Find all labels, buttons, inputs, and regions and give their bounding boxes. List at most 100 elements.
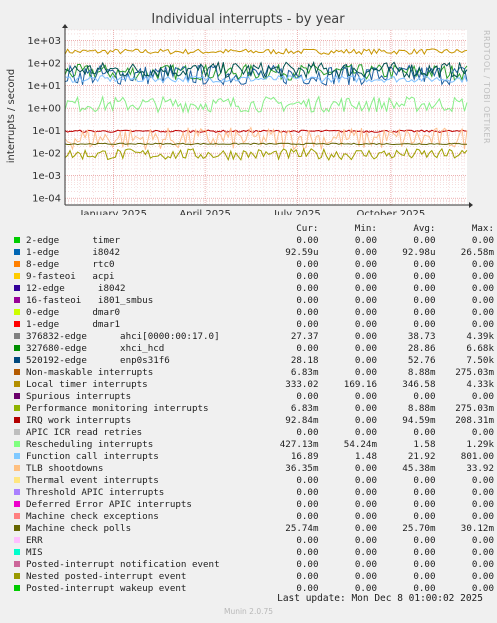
x-axis-arrow <box>469 202 473 208</box>
legend-max: 0.00 <box>471 306 494 318</box>
legend-cur: 36.35m <box>285 462 319 474</box>
legend-name: Non-maskable interrupts <box>26 366 154 378</box>
legend-max: 30.12m <box>460 522 494 534</box>
x-tick-label: January 2025 <box>79 209 147 215</box>
legend-swatch <box>14 501 20 507</box>
legend-avg: 21.92 <box>407 450 436 462</box>
legend-max: 26.58m <box>460 246 494 258</box>
legend-cur: 0.00 <box>296 270 319 282</box>
legend-row: Deferred Error APIC interrupts 0.00 0.00 0.… <box>14 498 494 510</box>
legend-swatch <box>14 537 20 543</box>
legend-row: 1-edge dmar1 0.00 0.00 0.00 0.00 <box>14 318 494 330</box>
legend-cur: 0.00 <box>296 390 319 402</box>
legend-avg: 0.00 <box>413 270 436 282</box>
legend-min: 0.00 <box>354 570 377 582</box>
legend-name: 2-edge timer <box>26 234 121 246</box>
legend-max: 0.00 <box>471 390 494 402</box>
legend-max: 0.00 <box>471 270 494 282</box>
legend-max: 0.00 <box>471 234 494 246</box>
legend-min: 0.00 <box>354 390 377 402</box>
legend-name: 0-edge dmar0 <box>26 306 121 318</box>
legend-swatch <box>14 321 20 327</box>
legend-row: IRQ work interrupts 92.84m 0.00 94.59m 208.3… <box>14 414 494 426</box>
legend-cur: 427.13m <box>279 438 319 450</box>
legend-max: 0.00 <box>471 426 494 438</box>
legend-max: 4.33k <box>466 378 494 390</box>
legend-name: Posted-interrupt wakeup event <box>26 582 187 594</box>
legend-avg: 0.00 <box>413 486 436 498</box>
legend-min: 0.00 <box>354 282 377 294</box>
legend-swatch <box>14 261 20 267</box>
legend-cur: 0.00 <box>296 534 319 546</box>
legend-min: 0.00 <box>354 318 377 330</box>
legend-cur: 0.00 <box>296 306 319 318</box>
y-axis-label: interrupts / second <box>6 69 17 163</box>
legend-avg: 0.00 <box>413 426 436 438</box>
legend-min: 0.00 <box>354 498 377 510</box>
legend-avg: 0.00 <box>413 318 436 330</box>
y-axis-arrow <box>62 24 68 28</box>
legend-min: 0.00 <box>354 246 377 258</box>
legend-min: 0.00 <box>354 234 377 246</box>
legend-row: 8-edge rtc0 0.00 0.00 0.00 0.00 <box>14 258 494 270</box>
legend-max: 0.00 <box>471 474 494 486</box>
legend-name: Threshold APIC interrupts <box>26 486 165 498</box>
legend-swatch <box>14 393 20 399</box>
y-tick-label: 1e+00 <box>27 104 61 115</box>
legend-cur: 6.83m <box>290 366 319 378</box>
legend-row: TLB shootdowns 36.35m 0.00 45.38m 33.92 <box>14 462 494 474</box>
legend-swatch <box>14 453 20 459</box>
legend-swatch <box>14 285 20 291</box>
legend-avg: 0.00 <box>413 510 436 522</box>
legend-row: Non-maskable interrupts 6.83m 0.00 8.88m 275… <box>14 366 494 378</box>
legend-cur: 92.84m <box>285 414 319 426</box>
legend-swatch <box>14 357 20 363</box>
legend-max: 0.00 <box>471 318 494 330</box>
legend-row: Function call interrupts 16.89 1.48 21.92 80… <box>14 450 494 462</box>
legend-swatch <box>14 345 20 351</box>
legend-cur: 0.00 <box>296 510 319 522</box>
legend-max: 0.00 <box>471 558 494 570</box>
legend-name: 327680-edge xhci_hcd <box>26 342 165 354</box>
legend-name: MIS <box>26 546 43 558</box>
legend-min: 54.24m <box>343 438 377 450</box>
legend-max: 0.00 <box>471 282 494 294</box>
legend-row: 0-edge dmar0 0.00 0.00 0.00 0.00 <box>14 306 494 318</box>
legend-row: 12-edge i8042 0.00 0.00 0.00 0.00 <box>14 282 494 294</box>
legend-avg: 0.00 <box>413 306 436 318</box>
legend-cur: 0.00 <box>296 498 319 510</box>
legend-min: 0.00 <box>354 330 377 342</box>
legend-max: 0.00 <box>471 570 494 582</box>
legend-name: ERR <box>26 534 43 546</box>
legend-avg: 38.73 <box>407 330 436 342</box>
legend-swatch <box>14 333 20 339</box>
legend-swatch <box>14 477 20 483</box>
legend-row: Thermal event interrupts 0.00 0.00 0.00 0.00 <box>14 474 494 486</box>
legend-cur: 6.83m <box>290 402 319 414</box>
x-tick-label: October 2025 <box>357 209 426 215</box>
legend-row: 520192-edge enp0s31f6 28.18 0.00 52.76 7.50k <box>14 354 494 366</box>
legend-cur: 0.00 <box>296 294 319 306</box>
legend-avg: 28.86 <box>407 342 436 354</box>
legend-row: Rescheduling interrupts 427.13m 54.24m 1.58… <box>14 438 494 450</box>
legend-swatch <box>14 549 20 555</box>
legend-cur: 0.00 <box>296 342 319 354</box>
legend-swatch <box>14 405 20 411</box>
legend-swatch <box>14 465 20 471</box>
legend-row: 327680-edge xhci_hcd 0.00 0.00 28.86 6.68k <box>14 342 494 354</box>
y-tick-label: 1e+02 <box>27 59 61 70</box>
legend-name: 520192-edge enp0s31f6 <box>26 354 170 366</box>
legend-max: 0.00 <box>471 546 494 558</box>
legend-max: 0.00 <box>471 582 494 594</box>
legend-name: Machine check polls <box>26 522 132 534</box>
legend-min: 0.00 <box>354 306 377 318</box>
legend-avg: 25.70m <box>402 522 436 534</box>
legend-max: 801.00 <box>460 450 494 462</box>
legend-cur: 27.37 <box>290 330 319 342</box>
legend-cur: 0.00 <box>296 474 319 486</box>
legend-cur: 92.59u <box>285 246 319 258</box>
legend-max: 0.00 <box>471 510 494 522</box>
legend-cur: 0.00 <box>296 558 319 570</box>
legend-rows: 2-edge timer 0.00 0.00 0.00 0.00 1-edge i8042… <box>14 234 494 594</box>
legend-min: 0.00 <box>354 510 377 522</box>
